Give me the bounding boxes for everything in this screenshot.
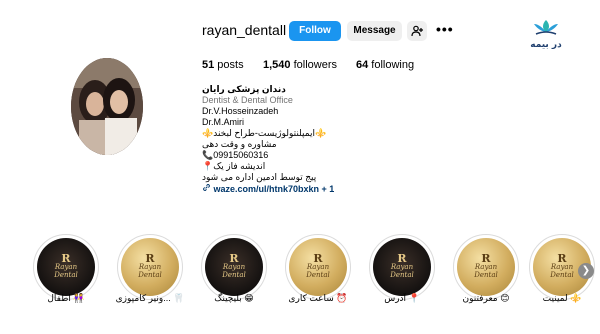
chevron-right-icon: ❯	[581, 265, 591, 276]
bio-line: مشاوره و وقت دهی	[202, 139, 277, 149]
highlights-next-button[interactable]: ❯	[578, 263, 594, 279]
highlight-cover: R Rayan Dental	[33, 234, 99, 300]
rayan-dental-logo-icon: R Rayan Dental	[138, 252, 162, 279]
profile-avatar[interactable]	[71, 58, 143, 155]
rayan-dental-logo-icon: R Rayan Dental	[222, 252, 246, 279]
stat-posts: 51 posts	[202, 59, 244, 71]
following-count: 64	[356, 59, 369, 71]
story-highlights: R Rayan Dental اطفال 👭 R Rayan Dental ونیر ک…	[0, 234, 600, 314]
bio-line: 📞09915060316	[202, 150, 269, 160]
highlight-label: ساعت کاری ⏰	[288, 293, 348, 303]
highlight-label: معرفتنون 😊	[462, 293, 510, 303]
highlight-label: ونیر کامپوزی... 🦷	[115, 293, 185, 303]
bio-line: ⚜️ایمپلنتولوژیست-طراح لبخند⚜️	[202, 128, 327, 138]
rayan-dental-logo-icon: R Rayan Dental	[54, 252, 78, 279]
follow-button[interactable]: Follow	[289, 21, 341, 41]
message-button[interactable]: Message	[347, 21, 402, 41]
bio-line: 📍اندیشه فاز یک	[202, 161, 266, 171]
rayan-dental-logo-icon: R Rayan Dental	[306, 252, 330, 279]
highlight-cover: R Rayan Dental	[117, 234, 183, 300]
bio-name: دندان پزشکی رایان	[202, 84, 286, 94]
rayan-dental-logo-icon: R Rayan Dental	[390, 252, 414, 279]
followers-label: followers	[290, 59, 337, 71]
highlight-cover: R Rayan Dental	[369, 234, 435, 300]
followers-count: 1,540	[263, 59, 291, 71]
highlight-label: اطفال 👭	[47, 293, 85, 303]
lotus-tooth-icon	[534, 20, 558, 35]
bio-link[interactable]: waze.com/ul/htnk70bxkn + 1	[202, 183, 334, 195]
profile-bio: دندان پزشکی رایان Dentist & Dental Offic…	[202, 84, 334, 195]
bio-line: Dr.M.Amiri	[202, 117, 244, 127]
brand-text: در بیمه	[530, 40, 562, 50]
highlight-label: آدرس 📍	[384, 293, 420, 303]
highlight-cover: R Rayan Dental	[201, 234, 267, 300]
bio-line: پیج توسط ادمین اداره می شود	[202, 172, 317, 182]
highlight-label: بلیچینگ 😁	[214, 293, 254, 303]
highlight-label: لمینیت ⚜️	[542, 293, 582, 303]
highlight-cover: R Rayan Dental	[285, 234, 351, 300]
highlight-cover: R Rayan Dental	[453, 234, 519, 300]
posts-label: posts	[214, 59, 244, 71]
link-icon	[203, 184, 210, 191]
bio-link-text: waze.com/ul/htnk70bxkn + 1	[213, 184, 335, 194]
following-label: following	[368, 59, 415, 71]
add-user-icon	[411, 25, 423, 37]
brand-logo[interactable]: در بیمه	[514, 18, 578, 58]
rayan-dental-logo-icon: R Rayan Dental	[550, 252, 574, 279]
stat-followers[interactable]: 1,540 followers	[263, 59, 337, 71]
suggest-users-button[interactable]	[407, 21, 427, 41]
bio-line: Dr.V.Hosseinzadeh	[202, 106, 279, 116]
stat-following[interactable]: 64 following	[356, 59, 414, 71]
more-options-button[interactable]: •••	[436, 21, 454, 37]
profile-username: rayan_dentall	[202, 22, 287, 38]
bio-category: Dentist & Dental Office	[202, 95, 293, 105]
rayan-dental-logo-icon: R Rayan Dental	[474, 252, 498, 279]
posts-count: 51	[202, 59, 215, 71]
